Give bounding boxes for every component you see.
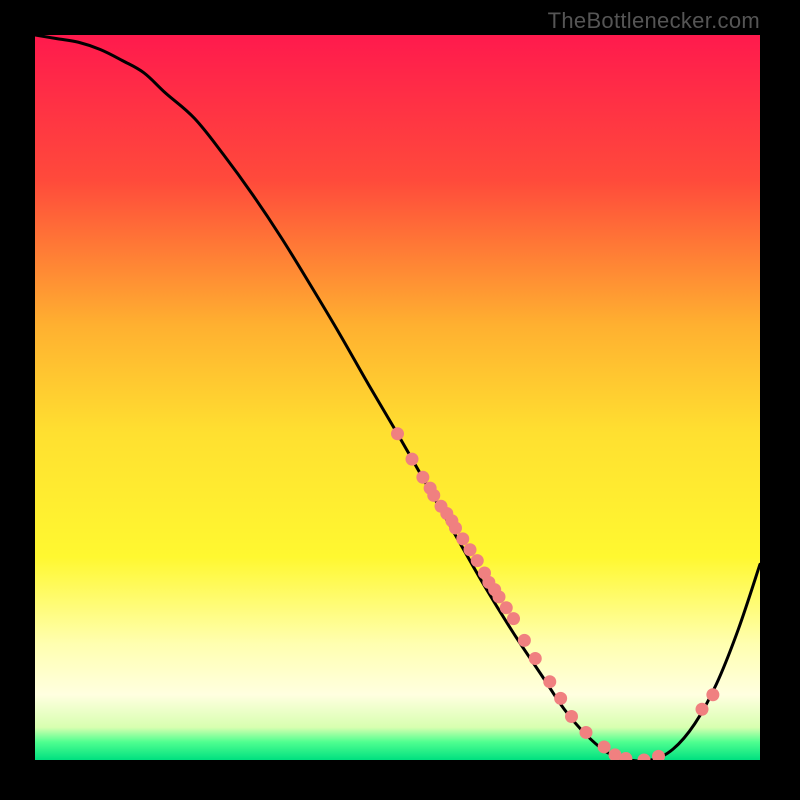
watermark-text: TheBottlenecker.com — [548, 8, 760, 34]
data-marker — [507, 612, 520, 625]
chart-area — [35, 35, 760, 760]
data-marker — [518, 634, 531, 647]
data-marker — [500, 601, 513, 614]
data-marker — [493, 590, 506, 603]
data-marker — [471, 554, 484, 567]
data-marker — [580, 726, 593, 739]
data-marker — [565, 710, 578, 723]
data-marker — [464, 543, 477, 556]
data-marker — [391, 427, 404, 440]
data-marker — [416, 471, 429, 484]
data-marker — [706, 688, 719, 701]
data-marker — [529, 652, 542, 665]
data-marker — [406, 453, 419, 466]
gradient-background — [35, 35, 760, 760]
data-marker — [543, 675, 556, 688]
data-marker — [598, 740, 611, 753]
bottleneck-chart — [35, 35, 760, 760]
data-marker — [456, 532, 469, 545]
data-marker — [554, 692, 567, 705]
data-marker — [696, 703, 709, 716]
data-marker — [427, 489, 440, 502]
data-marker — [449, 522, 462, 535]
